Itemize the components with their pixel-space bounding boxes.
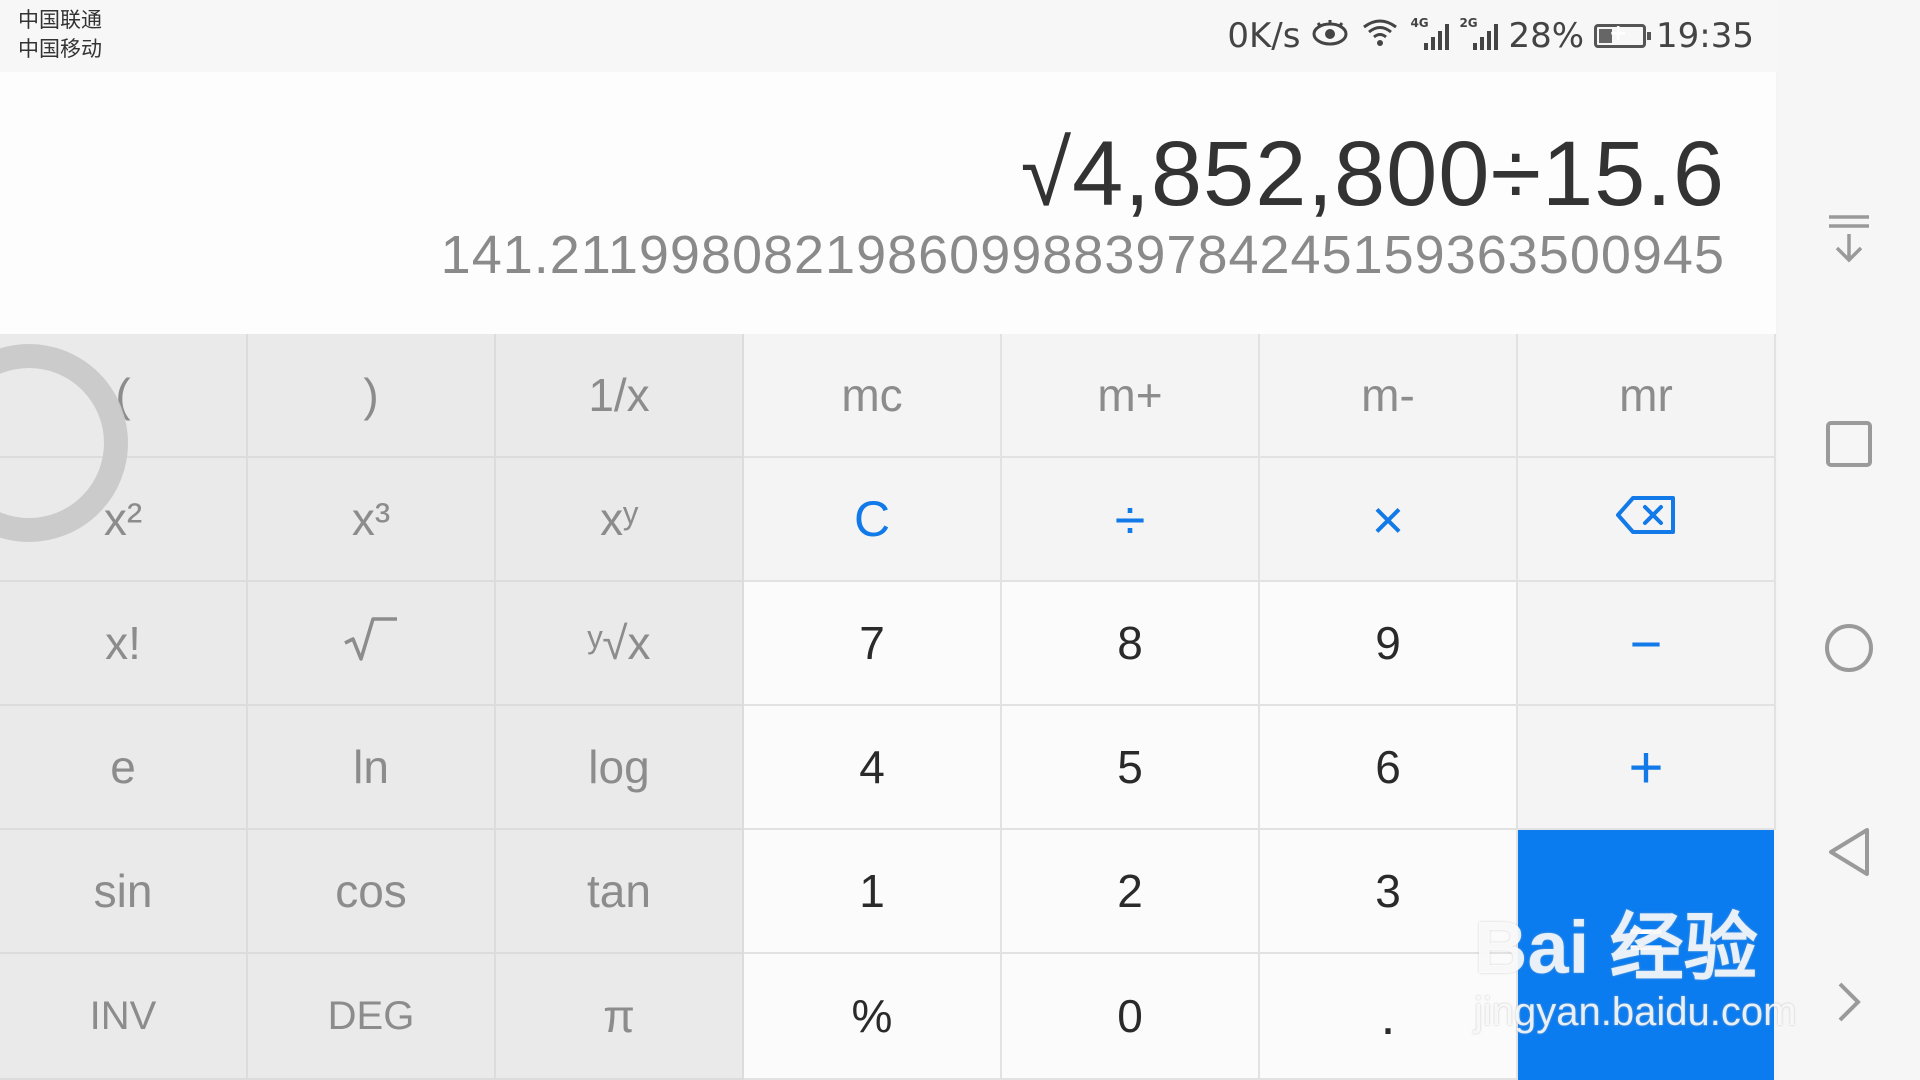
tan-key[interactable]: tan (496, 830, 744, 954)
expression-text[interactable]: √4,852,800÷15.6 (1021, 122, 1725, 227)
digit-5-key[interactable]: 5 (1002, 706, 1260, 830)
carrier-2-label: 中国移动 (18, 37, 102, 61)
back-icon[interactable] (1778, 826, 1920, 878)
close-paren-key[interactable]: ) (248, 334, 496, 458)
inverse-key[interactable]: INV (0, 954, 248, 1080)
digit-4-key[interactable]: 4 (744, 706, 1002, 830)
euler-key[interactable]: e (0, 706, 248, 830)
signal-icon: 4G (1410, 16, 1450, 50)
reciprocal-key[interactable]: 1/x (496, 334, 744, 458)
natural-log-key[interactable]: ln (248, 706, 496, 830)
log-key[interactable]: log (496, 706, 744, 830)
net-speed: 0K/s (1227, 16, 1301, 56)
digit-7-key[interactable]: 7 (744, 582, 1002, 706)
sim2-network-label: 2G (1459, 16, 1478, 30)
clear-key[interactable]: C (744, 458, 1002, 582)
wifi-icon (1360, 16, 1400, 56)
cos-key[interactable]: cos (248, 830, 496, 954)
memory-recall-key[interactable]: mr (1518, 334, 1776, 458)
navigation-bar (1778, 0, 1920, 1080)
baidu-watermark-url: jingyan.baidu.com (1474, 990, 1797, 1034)
home-icon[interactable] (1778, 622, 1920, 674)
calculator-display: √4,852,800÷15.6 141.21199808219860998839… (0, 72, 1776, 336)
recent-apps-icon[interactable] (1778, 420, 1920, 468)
cube-key[interactable]: x³ (248, 458, 496, 582)
sin-key[interactable]: sin (0, 830, 248, 954)
notification-pull-down-icon[interactable] (1778, 214, 1920, 264)
factorial-key[interactable]: x! (0, 582, 248, 706)
signal-icon: 2G (1459, 16, 1499, 50)
memory-add-key[interactable]: m+ (1002, 334, 1260, 458)
status-icons: 0K/s 4G 2G 28% + 19:35 (1227, 10, 1754, 62)
sim1-network-label: 4G (1410, 16, 1429, 30)
digit-6-key[interactable]: 6 (1260, 706, 1518, 830)
carrier-1-label: 中国联通 (18, 8, 102, 32)
result-text: 141.211998082198609988397842451593635009… (440, 225, 1725, 285)
digit-8-key[interactable]: 8 (1002, 582, 1260, 706)
digit-9-key[interactable]: 9 (1260, 582, 1518, 706)
eye-icon (1310, 16, 1350, 56)
digit-0-key[interactable]: 0 (1002, 954, 1260, 1080)
digit-2-key[interactable]: 2 (1002, 830, 1260, 954)
power-key[interactable]: xʸ (496, 458, 744, 582)
multiply-key[interactable]: × (1260, 458, 1518, 582)
memory-clear-key[interactable]: mc (744, 334, 1002, 458)
clock: 19:35 (1656, 16, 1754, 56)
divide-key[interactable]: ÷ (1002, 458, 1260, 582)
square-root-icon (341, 613, 401, 674)
backspace-key[interactable] (1518, 458, 1776, 582)
charging-plus-icon: + (1609, 21, 1628, 46)
status-bar: 中国联通 中国移动 0K/s 4G 2G 28% + 19:35 (0, 0, 1778, 72)
square-root-key[interactable] (248, 582, 496, 706)
percent-key[interactable]: % (744, 954, 1002, 1080)
battery-percent: 28% (1508, 16, 1585, 56)
battery-charging-icon: + (1594, 21, 1652, 48)
add-key[interactable]: + (1518, 706, 1776, 830)
subtract-key[interactable]: − (1518, 582, 1776, 706)
expand-icon[interactable] (1778, 980, 1920, 1024)
baidu-watermark-logo: Bai 经验 (1474, 906, 1758, 989)
backspace-icon (1615, 492, 1677, 546)
carrier-labels: 中国联通 中国移动 (18, 6, 102, 64)
nth-root-key[interactable]: ʸ√x (496, 582, 744, 706)
digit-1-key[interactable]: 1 (744, 830, 1002, 954)
memory-subtract-key[interactable]: m- (1260, 334, 1518, 458)
angle-mode-key[interactable]: DEG (248, 954, 496, 1080)
pi-key[interactable]: π (496, 954, 744, 1080)
